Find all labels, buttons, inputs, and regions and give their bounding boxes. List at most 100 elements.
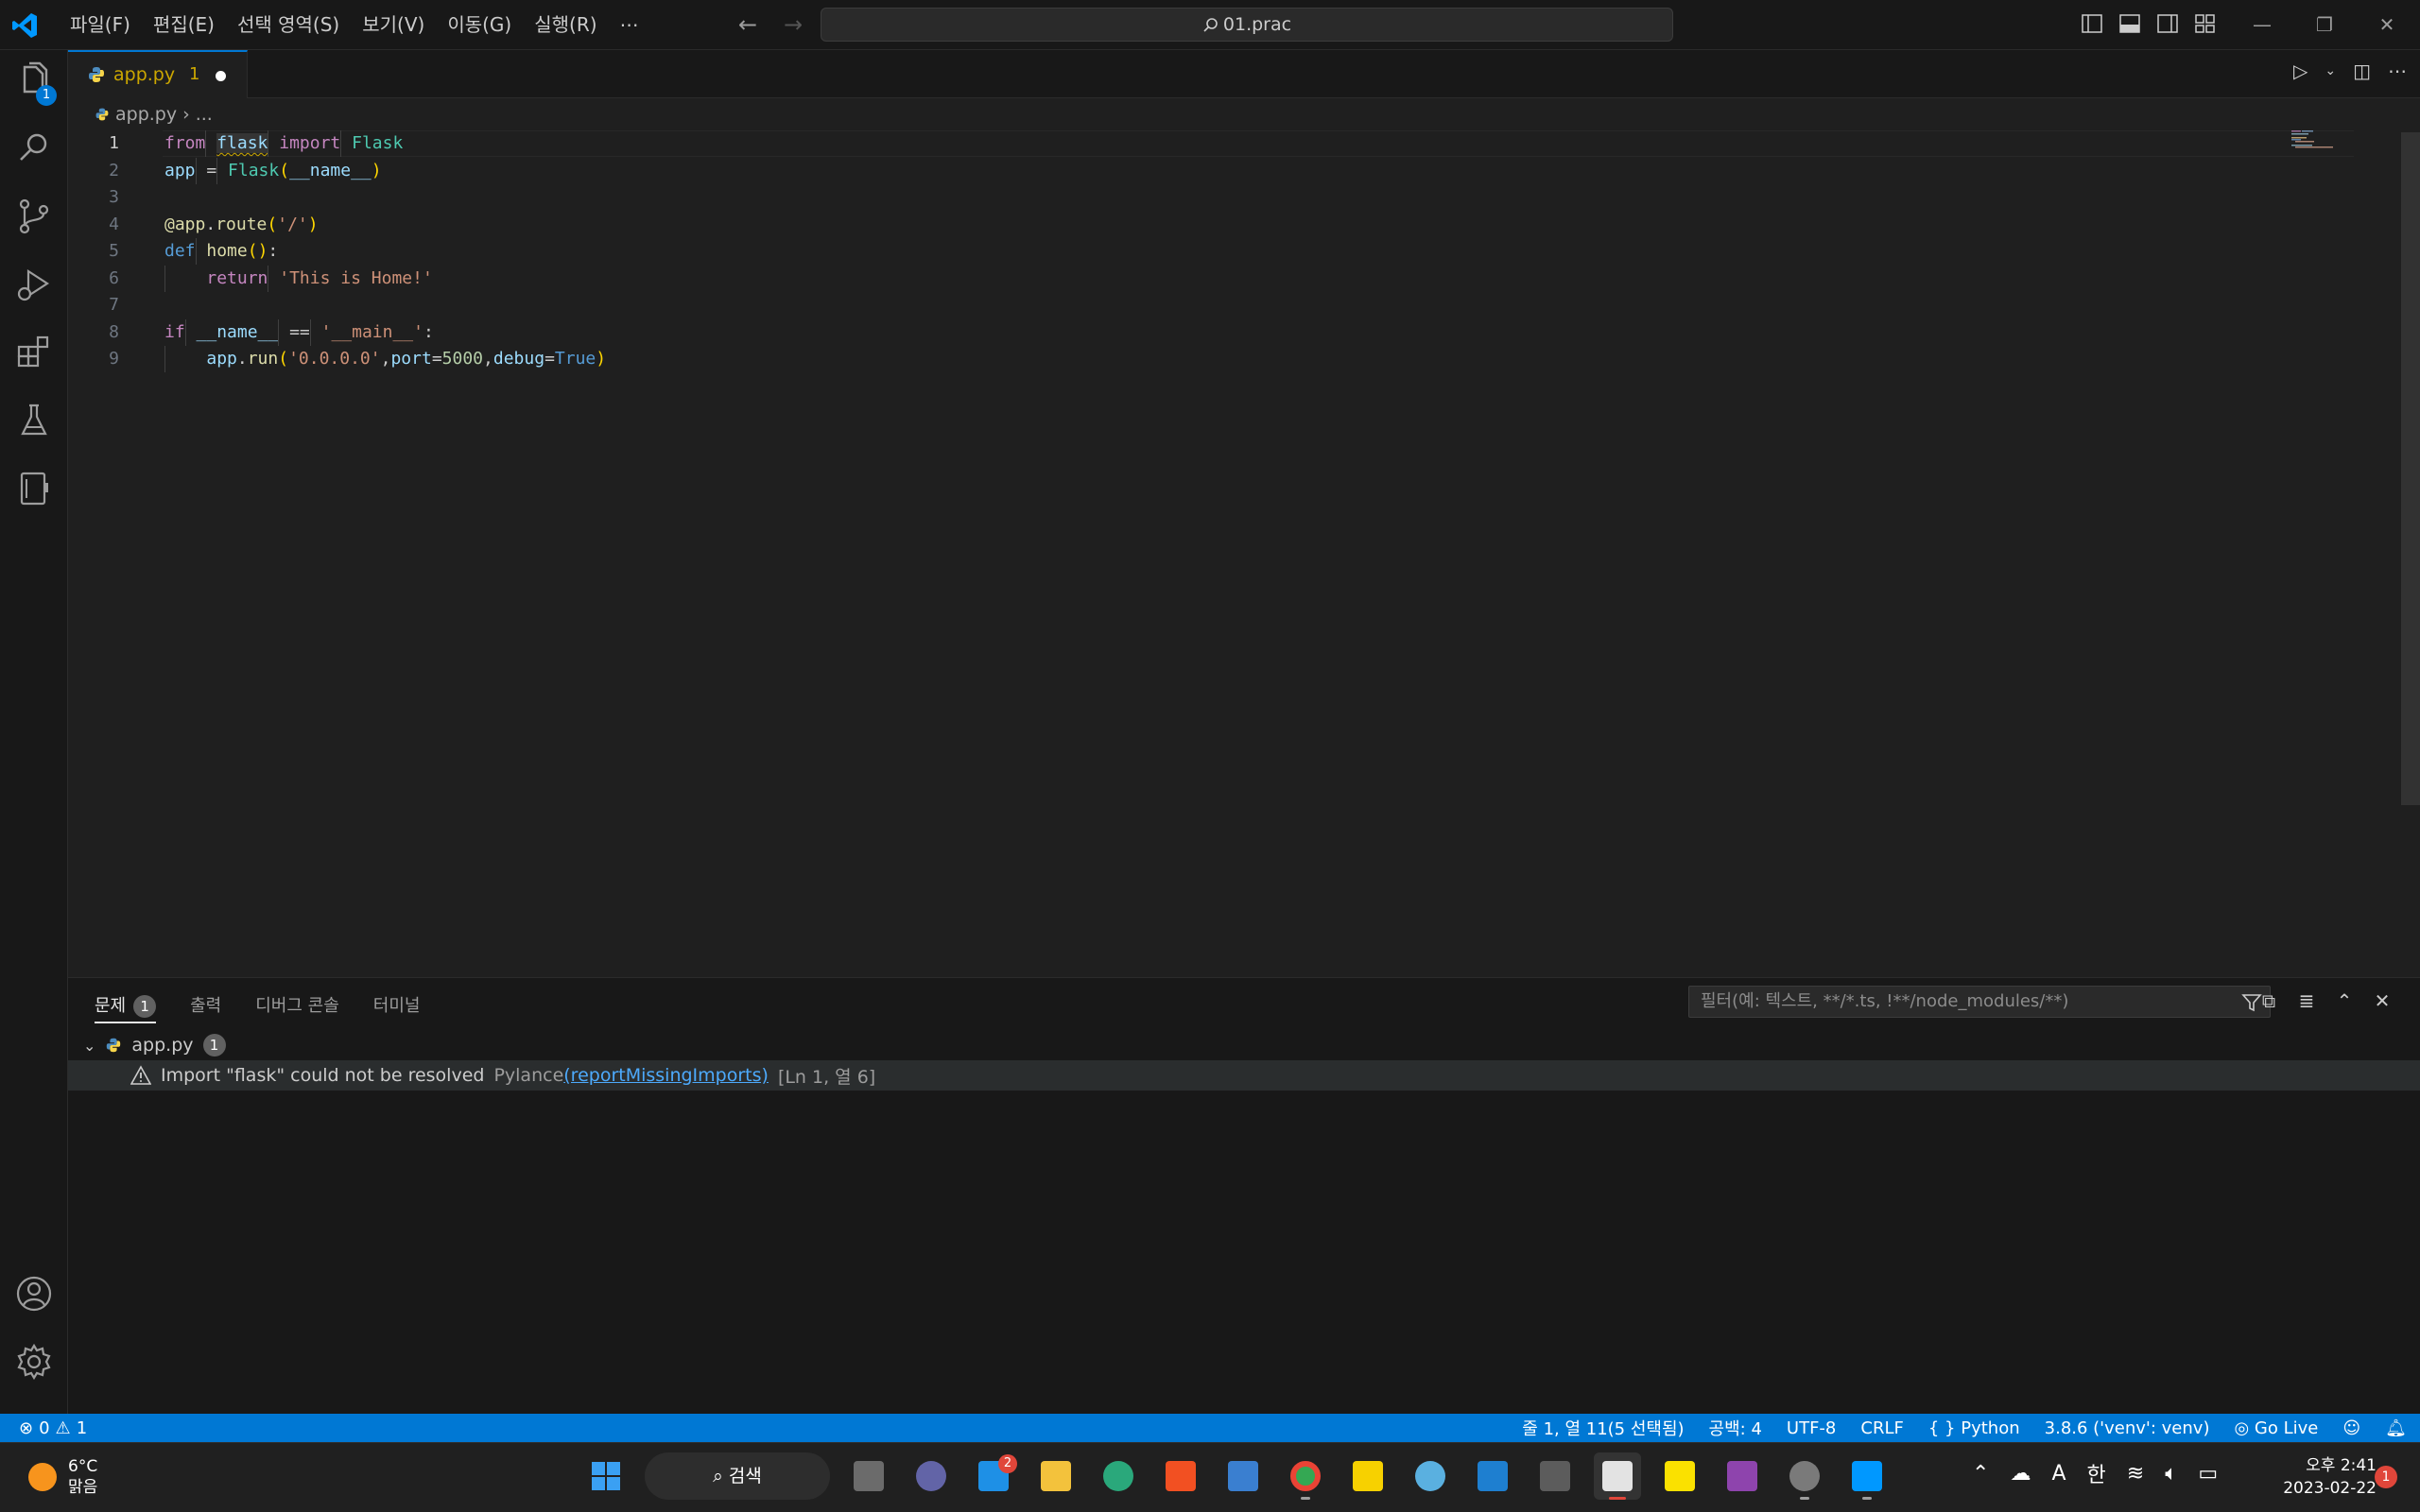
run-python-file-icon[interactable]: ▷: [2293, 60, 2308, 82]
tab-output[interactable]: 출력: [190, 989, 221, 1023]
maximize-panel-chevron-icon[interactable]: ⌃: [2333, 989, 2356, 1012]
notification-badge[interactable]: 1: [2375, 1466, 2397, 1488]
python-file-icon: [107, 1038, 121, 1053]
battery-icon[interactable]: ▭: [2198, 1462, 2218, 1486]
vscode-app[interactable]: [1843, 1452, 1891, 1500]
problem-row[interactable]: Import "flask" could not be resolved Pyl…: [68, 1060, 2420, 1091]
file-explorer-app[interactable]: [1032, 1452, 1080, 1500]
close-window-icon[interactable]: ✕: [2356, 0, 2418, 50]
tab-debug-console[interactable]: 디버그 콘솔: [255, 989, 339, 1023]
calendar-app[interactable]: [1719, 1452, 1766, 1500]
start-button[interactable]: [582, 1452, 630, 1500]
split-editor-icon[interactable]: ◫: [2353, 60, 2371, 82]
extensions-icon[interactable]: [13, 332, 55, 373]
back-arrow-icon[interactable]: ←: [734, 9, 762, 40]
calculator-icon: [1540, 1461, 1570, 1491]
notifications-bell-icon[interactable]: 🔔︎: [2385, 1418, 2407, 1438]
show-hidden-icons-chevron-icon[interactable]: ⌃: [1972, 1462, 1989, 1486]
chrome-app[interactable]: [1282, 1452, 1329, 1500]
customize-layout-icon[interactable]: [2193, 11, 2218, 36]
python-interpreter[interactable]: 3.8.6 ('venv': venv): [2045, 1418, 2210, 1438]
font-icon[interactable]: A: [2051, 1462, 2066, 1486]
menu-selection[interactable]: 선택 영역(S): [226, 0, 351, 50]
encoding[interactable]: UTF-8: [1787, 1418, 1836, 1438]
toggle-primary-sidebar-icon[interactable]: [2080, 11, 2104, 36]
edge-browser-icon: [1103, 1461, 1133, 1491]
snipping-tool-app[interactable]: [1594, 1452, 1641, 1500]
tab-app-py[interactable]: app.py 1: [68, 50, 248, 98]
view-as-list-icon[interactable]: ≣: [2295, 989, 2318, 1012]
onedrive-cloud-icon[interactable]: ☁: [2010, 1462, 2031, 1486]
language-mode[interactable]: { } Python: [1928, 1418, 2020, 1438]
settings-gear-icon[interactable]: [13, 1341, 55, 1383]
forward-arrow-icon[interactable]: →: [779, 9, 807, 40]
feedback-icon[interactable]: ☺: [2342, 1418, 2360, 1438]
menu-edit[interactable]: 편집(E): [142, 0, 226, 50]
settings-app[interactable]: [1781, 1452, 1828, 1500]
code-line: if __name__ == '__main__':: [164, 318, 606, 347]
clock[interactable]: 오후 2:41 2023-02-22: [2267, 1454, 2377, 1500]
tab-terminal[interactable]: 터미널: [373, 989, 421, 1023]
problems-filter-input[interactable]: 필터(예: 텍스트, **/*.ts, !**/node_modules/**): [1688, 986, 2271, 1018]
weather-widget[interactable]: 6°C 맑음: [28, 1456, 97, 1498]
menu-more[interactable]: ⋯: [609, 0, 650, 50]
paint-app[interactable]: [1407, 1452, 1454, 1500]
go-live-button[interactable]: ◎ Go Live: [2234, 1418, 2318, 1438]
problem-rule-link[interactable]: (reportMissingImports): [563, 1065, 769, 1086]
breadcrumb-symbols[interactable]: ...: [196, 104, 213, 125]
close-panel-icon[interactable]: ✕: [2371, 989, 2394, 1012]
minimap[interactable]: [2291, 130, 2337, 149]
task-view-button[interactable]: [845, 1452, 892, 1500]
toggle-secondary-sidebar-icon[interactable]: [2155, 11, 2180, 36]
end-of-line[interactable]: CRLF: [1860, 1418, 1903, 1438]
tab-problems[interactable]: 문제 1: [95, 989, 157, 1023]
collapse-all-icon[interactable]: ⧉: [2257, 989, 2280, 1012]
more-actions-icon[interactable]: ⋯: [2388, 60, 2407, 82]
run-debug-icon[interactable]: [13, 264, 55, 305]
search-icon[interactable]: [13, 128, 55, 169]
accounts-icon[interactable]: [13, 1273, 55, 1314]
wifi-icon[interactable]: ≋: [2127, 1462, 2144, 1486]
menu-run[interactable]: 실행(R): [523, 0, 608, 50]
source-control-icon[interactable]: [13, 196, 55, 237]
kakaotalk-app[interactable]: [1656, 1452, 1703, 1500]
remote-explorer-icon[interactable]: [13, 468, 55, 509]
ime-indicator[interactable]: 한: [2087, 1458, 2106, 1488]
line-number-gutter: 1 2 3 4 5 6 7 8 9: [68, 130, 153, 373]
run-dropdown-chevron-icon[interactable]: ⌄: [2325, 63, 2336, 78]
sticky-notes-app[interactable]: [1344, 1452, 1392, 1500]
taskbar-search[interactable]: ⌕ 검색: [645, 1452, 830, 1500]
calculator-app[interactable]: [1531, 1452, 1579, 1500]
command-center[interactable]: 01.prac: [821, 8, 1673, 42]
testing-flask-icon[interactable]: [13, 400, 55, 441]
editor-scrollbar-thumb[interactable]: [2401, 132, 2420, 805]
breadcrumb-file[interactable]: app.py: [115, 104, 177, 125]
edge-app[interactable]: [1095, 1452, 1142, 1500]
menu-file[interactable]: 파일(F): [59, 0, 142, 50]
minimize-icon[interactable]: —: [2231, 0, 2293, 50]
line-number: 6: [109, 267, 119, 288]
temperature: 6°C: [68, 1457, 98, 1476]
code-editor[interactable]: 1 2 3 4 5 6 7 8 9 from flask import Flas…: [68, 130, 2394, 976]
toggle-panel-icon[interactable]: [2118, 11, 2142, 36]
filter-placeholder: 필터(예: 텍스트, **/*.ts, !**/node_modules/**): [1701, 991, 2069, 1011]
problem-file-group[interactable]: ⌄ app.py 1: [83, 1031, 226, 1059]
chevron-down-icon[interactable]: ⌄: [83, 1037, 95, 1055]
teams-chat-button[interactable]: [908, 1452, 955, 1500]
indentation[interactable]: 공백: 4: [1709, 1416, 1762, 1440]
volume-icon[interactable]: 🔈︎: [2165, 1462, 2177, 1486]
language-label: Python: [1961, 1418, 2020, 1438]
command-center-label: 01.prac: [1222, 14, 1292, 35]
problems-status[interactable]: ⊗ 0 ⚠ 1: [19, 1414, 87, 1442]
menu-view[interactable]: 보기(V): [351, 0, 436, 50]
store-app[interactable]: [1157, 1452, 1204, 1500]
mail-app[interactable]: 2: [970, 1452, 1017, 1500]
cursor-position[interactable]: 줄 1, 열 11(5 선택됨): [1522, 1416, 1684, 1440]
restore-icon[interactable]: ❐: [2293, 0, 2356, 50]
notepad-app[interactable]: [1219, 1452, 1267, 1500]
warning-icon: ⚠: [55, 1418, 71, 1438]
installer-app[interactable]: [1469, 1452, 1516, 1500]
code-line: @app.route('/'): [164, 214, 319, 234]
unsaved-dot-icon[interactable]: [216, 71, 226, 81]
menu-go[interactable]: 이동(G): [436, 0, 523, 50]
